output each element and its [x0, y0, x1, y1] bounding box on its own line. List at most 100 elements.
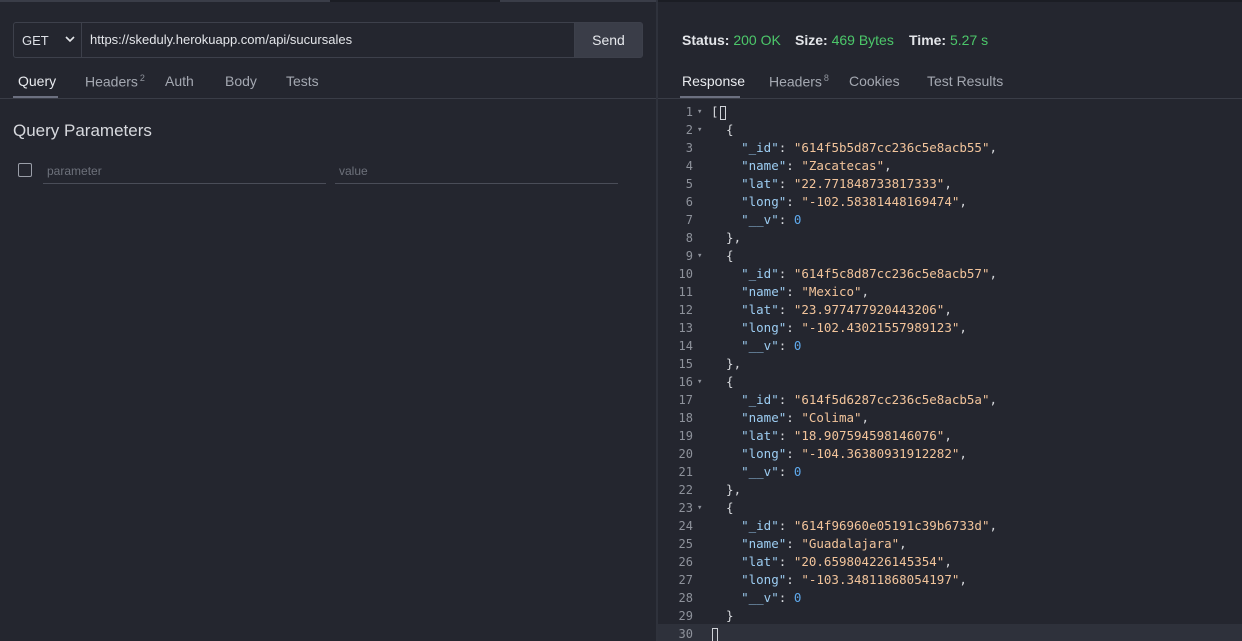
- code-line: 29 }: [658, 607, 1242, 625]
- chevron-down-icon: [65, 36, 75, 43]
- code-line: 26 "lat": "20.659804226145354",: [658, 553, 1242, 571]
- line-number: 29: [678, 609, 693, 623]
- status-indicator: Status: 200 OK: [682, 32, 781, 48]
- tab-headers[interactable]: Headers 2: [85, 73, 145, 90]
- code-text: {: [711, 374, 734, 389]
- code-line: 15 },: [658, 355, 1242, 373]
- url-bar: GET https://skeduly.herokuapp.com/api/su…: [13, 22, 643, 58]
- code-line: 28 "__v": 0: [658, 589, 1242, 607]
- tab-label: Auth: [165, 73, 194, 89]
- line-number: 18: [678, 411, 693, 425]
- code-line: 13 "long": "-102.43021557989123",: [658, 319, 1242, 337]
- response-pane: Status: 200 OK Size: 469 Bytes Time: 5.2…: [658, 0, 1242, 641]
- code-line: 30: [658, 625, 1242, 641]
- code-text: "_id": "614f5c8d87cc236c5e8acb57",: [741, 266, 998, 281]
- code-line: 25 "name": "Guadalajara",: [658, 535, 1242, 553]
- code-line: 2 ▾ {: [658, 121, 1242, 139]
- code-text: "_id": "614f5b5d87cc236c5e8acb55",: [741, 140, 998, 155]
- line-number: 19: [678, 429, 693, 443]
- code-line: 23 ▾ {: [658, 499, 1242, 517]
- code-text: }: [711, 608, 734, 623]
- line-number: 9: [685, 249, 693, 263]
- line-number: 17: [678, 393, 693, 407]
- code-text: {: [711, 248, 734, 263]
- code-text: "lat": "20.659804226145354",: [741, 554, 952, 569]
- code-line: 20 "long": "-104.36380931912282",: [658, 445, 1242, 463]
- code-line: 11 "name": "Mexico",: [658, 283, 1242, 301]
- value-input[interactable]: value: [335, 160, 618, 184]
- line-number: 15: [678, 357, 693, 371]
- code-line: 12 "lat": "23.977477920443206",: [658, 301, 1242, 319]
- code-text: "_id": "614f96960e05191c39b6733d",: [741, 518, 998, 533]
- fold-arrow-icon[interactable]: ▾: [697, 499, 705, 517]
- tab-label: Tests: [286, 73, 319, 89]
- fold-arrow-icon[interactable]: ▾: [697, 121, 705, 139]
- line-number: 22: [678, 483, 693, 497]
- tab-response-headers[interactable]: Headers 8: [769, 73, 829, 90]
- code-text: "name": "Colima",: [741, 410, 870, 425]
- send-button[interactable]: Send: [574, 23, 642, 57]
- tab-query[interactable]: Query: [18, 73, 56, 89]
- line-number: 27: [678, 573, 693, 587]
- tab-response[interactable]: Response: [682, 73, 745, 89]
- parameter-checkbox[interactable]: [18, 163, 32, 177]
- code-line: 24 "_id": "614f96960e05191c39b6733d",: [658, 517, 1242, 535]
- line-number: 25: [678, 537, 693, 551]
- method-select[interactable]: GET: [14, 23, 82, 57]
- code-text: "__v": 0: [741, 338, 802, 353]
- code-text: "__v": 0: [741, 590, 802, 605]
- size-value: 469 Bytes: [831, 32, 894, 48]
- line-number: 20: [678, 447, 693, 461]
- tab-badge: 8: [823, 73, 829, 83]
- line-number: 8: [685, 231, 693, 245]
- fold-arrow-icon[interactable]: ▾: [697, 373, 705, 391]
- line-number: 13: [678, 321, 693, 335]
- fold-arrow-icon[interactable]: ▾: [697, 247, 705, 265]
- code-line: 22 },: [658, 481, 1242, 499]
- line-number: 26: [678, 555, 693, 569]
- tab-cookies[interactable]: Cookies: [849, 73, 900, 89]
- status-label: Status:: [682, 32, 730, 48]
- tab-auth[interactable]: Auth: [165, 73, 194, 89]
- code-line: 27 "long": "-103.34811868054197",: [658, 571, 1242, 589]
- code-text: "long": "-104.36380931912282",: [741, 446, 967, 461]
- code-line: 19 "lat": "18.907594598146076",: [658, 427, 1242, 445]
- code-text: "long": "-102.43021557989123",: [741, 320, 967, 335]
- code-line: 4 "name": "Zacatecas",: [658, 157, 1242, 175]
- code-text: {: [711, 500, 734, 515]
- code-line: 5 "lat": "22.771848733817333",: [658, 175, 1242, 193]
- code-text: {: [711, 122, 734, 137]
- tab-body[interactable]: Body: [225, 73, 257, 89]
- line-number: 11: [678, 285, 693, 299]
- size-indicator: Size: 469 Bytes: [795, 32, 894, 48]
- code-text: },: [711, 482, 742, 497]
- fold-arrow-icon[interactable]: ▾: [697, 103, 705, 121]
- line-number: 16: [678, 375, 693, 389]
- tab-tests[interactable]: Tests: [286, 73, 319, 89]
- code-text: "__v": 0: [741, 464, 802, 479]
- line-number: 6: [685, 195, 693, 209]
- line-number: 21: [678, 465, 693, 479]
- tab-label: Headers: [769, 73, 822, 90]
- query-parameters-title: Query Parameters: [13, 121, 152, 140]
- tab-label: Body: [225, 73, 257, 89]
- line-number: 10: [678, 267, 693, 281]
- parameter-input[interactable]: parameter: [43, 160, 326, 184]
- request-pane: GET https://skeduly.herokuapp.com/api/su…: [0, 0, 657, 641]
- tab-label: Response: [682, 73, 746, 89]
- code-text: },: [711, 356, 742, 371]
- code-text: "long": "-103.34811868054197",: [741, 572, 967, 587]
- code-line: 14 "__v": 0: [658, 337, 1242, 355]
- tab-label: Query: [18, 73, 57, 89]
- tab-test-results[interactable]: Test Results: [927, 73, 1003, 89]
- line-number: 4: [685, 159, 693, 173]
- line-number: 3: [685, 141, 693, 155]
- code-text: [: [711, 103, 726, 121]
- code-text: "name": "Guadalajara",: [741, 536, 907, 551]
- line-number: 5: [685, 177, 693, 191]
- tab-badge: 2: [139, 73, 145, 83]
- url-input[interactable]: https://skeduly.herokuapp.com/api/sucurs…: [90, 23, 352, 57]
- response-tabs: Response Headers 8 Cookies Test Results: [658, 64, 1242, 99]
- code-text: "__v": 0: [741, 212, 802, 227]
- response-body-viewer[interactable]: 1 ▾ [2 ▾ {3 "_id": "614f5b5d87cc236c5e8acb5…: [658, 102, 1242, 641]
